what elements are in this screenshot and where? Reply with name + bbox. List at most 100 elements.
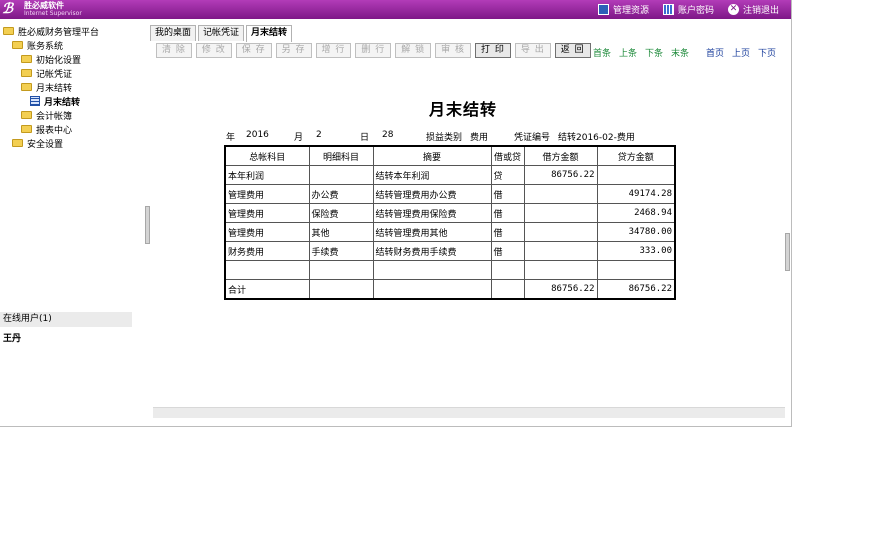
tree-item-accounting[interactable]: 账务系统 (12, 38, 99, 52)
tree-item-vouchers[interactable]: 记帐凭证 (21, 66, 99, 80)
cell-debit: 86756.22 (523, 165, 598, 185)
cell-credit: 333.00 (596, 241, 676, 261)
cell-account: 本年利润 (224, 165, 310, 185)
unlock-button[interactable]: 解 锁 (395, 43, 432, 58)
tree-item-month-end-page[interactable]: 月末结转 (30, 94, 99, 108)
logo: ℬ 胜必威软件 Internet Supervisor (2, 1, 88, 18)
cell-summary (372, 260, 492, 280)
tree-item-reports[interactable]: 报表中心 (21, 122, 99, 136)
voucher-no-label: 凭证编号 (514, 133, 551, 143)
col-header-debit: 借方金额 (523, 145, 598, 166)
first-page-link[interactable]: 首页 (706, 46, 724, 59)
prev-record-link[interactable]: 上条 (619, 46, 637, 59)
tree-item-label: 初始化设置 (36, 55, 82, 66)
col-header-summary: 摘要 (372, 145, 492, 166)
table-row: 管理费用 其他 结转管理费用其他 借 34780.00 (224, 222, 676, 242)
logo-mark-icon: ℬ (2, 1, 14, 17)
sidebar: 胜必威财务管理平台 账务系统 初始化设置 记帐凭证 月末结转 月末结转 会计帐簿… (0, 19, 145, 426)
cell-summary: 结转财务费用手续费 (372, 241, 492, 261)
year-label: 年 (226, 133, 236, 143)
cell-total-label: 合计 (224, 279, 310, 300)
voucher-no-value: 结转2016-02-费用 (558, 133, 635, 143)
tab-desktop[interactable]: 我的桌面 (150, 25, 197, 41)
cell-sub-account: 其他 (308, 222, 374, 242)
add-row-button[interactable]: 增 行 (315, 43, 352, 58)
tree-item-ledgers[interactable]: 会计帐簿 (21, 108, 99, 122)
app-window: ℬ 胜必威软件 Internet Supervisor 管理资源 账户密码 ✕ … (0, 0, 792, 427)
tree-item-label: 记帐凭证 (36, 69, 73, 80)
audit-button[interactable]: 审 核 (435, 43, 471, 58)
cell-direction: 借 (490, 203, 525, 223)
first-record-link[interactable]: 首条 (593, 46, 611, 59)
cell-debit (523, 222, 598, 242)
table-header-row: 总帐科目 明细科目 摘要 借或贷 借方金额 贷方金额 (224, 145, 676, 166)
day-value: 28 (382, 130, 394, 140)
month-value: 2 (316, 130, 322, 140)
folder-icon (3, 27, 14, 35)
folder-icon (12, 41, 23, 49)
prev-page-link[interactable]: 上页 (732, 46, 750, 59)
col-header-credit: 贷方金额 (596, 145, 676, 166)
next-record-link[interactable]: 下条 (645, 46, 663, 59)
cell-account: 财务费用 (224, 241, 310, 261)
account-password-link[interactable]: 账户密码 (662, 2, 714, 17)
table-row: 财务费用 手续费 结转财务费用手续费 借 333.00 (224, 241, 676, 261)
cell-summary: 结转管理费用其他 (372, 222, 492, 242)
logout-link[interactable]: ✕ 注销退出 (727, 2, 779, 17)
manage-resources-link[interactable]: 管理资源 (597, 2, 649, 17)
account-password-label: 账户密码 (677, 6, 714, 16)
tree-item-label: 胜必威财务管理平台 (18, 27, 100, 38)
save-button[interactable]: 保 存 (235, 43, 272, 58)
tab-vouchers[interactable]: 记帐凭证 (198, 25, 245, 41)
folder-icon (21, 111, 32, 119)
day-label: 日 (360, 133, 370, 143)
tree-item-label: 报表中心 (36, 125, 73, 136)
table-total-row: 合计 86756.22 86756.22 (224, 279, 676, 300)
cell-account: 管理费用 (224, 222, 310, 242)
next-page-link[interactable]: 下页 (758, 46, 776, 59)
account-password-icon (662, 4, 674, 15)
tree-item-init-settings[interactable]: 初始化设置 (21, 52, 99, 66)
export-button[interactable]: 导 出 (514, 43, 551, 58)
cell-total-credit: 86756.22 (596, 279, 676, 300)
logo-subtitle: Internet Supervisor (24, 10, 82, 17)
tree-item-security[interactable]: 安全设置 (12, 136, 99, 150)
print-button[interactable]: 打 印 (475, 43, 511, 58)
tree-item-platform[interactable]: 胜必威财务管理平台 (3, 24, 99, 38)
cell-credit: 2468.94 (596, 203, 676, 223)
tree-item-label: 会计帐簿 (36, 111, 73, 122)
resource-icon (597, 4, 609, 15)
cell-credit: 49174.28 (596, 184, 676, 204)
cell-total-sub (308, 279, 374, 300)
col-header-direction: 借或贷 (490, 145, 525, 166)
cell-total-summary (372, 279, 492, 300)
save-as-button[interactable]: 另 存 (275, 43, 312, 58)
col-header-sub-account: 明细科目 (308, 145, 374, 166)
logout-label: 注销退出 (742, 6, 779, 16)
cell-total-debit: 86756.22 (523, 279, 598, 300)
back-button[interactable]: 返 回 (554, 43, 591, 58)
edit-button[interactable]: 修 改 (195, 43, 232, 58)
cell-sub-account: 保险费 (308, 203, 374, 223)
tab-month-end[interactable]: 月末结转 (246, 25, 293, 42)
clear-button[interactable]: 清 除 (156, 43, 192, 58)
online-users-label: 在线用户 (3, 314, 40, 324)
tree-item-label: 月末结转 (44, 97, 81, 108)
cell-credit (596, 165, 676, 185)
folder-icon (21, 125, 32, 133)
table-row: 管理费用 办公费 结转管理费用办公费 借 49174.28 (224, 184, 676, 204)
grid-icon (30, 96, 40, 106)
tree-item-label: 账务系统 (27, 41, 64, 52)
last-record-link[interactable]: 末条 (671, 46, 689, 59)
cell-sub-account (308, 165, 374, 185)
top-links: 管理资源 账户密码 ✕ 注销退出 (597, 2, 779, 17)
tree-item-label: 安全设置 (27, 139, 64, 150)
tree-item-month-end[interactable]: 月末结转 (21, 80, 99, 94)
horizontal-scrollbar[interactable] (153, 407, 785, 418)
pl-type-value: 费用 (470, 133, 489, 143)
delete-row-button[interactable]: 删 行 (355, 43, 392, 58)
logout-icon: ✕ (727, 4, 739, 15)
month-label: 月 (294, 133, 304, 143)
table-row: 管理费用 保险费 结转管理费用保险费 借 2468.94 (224, 203, 676, 223)
cell-account: 管理费用 (224, 184, 310, 204)
